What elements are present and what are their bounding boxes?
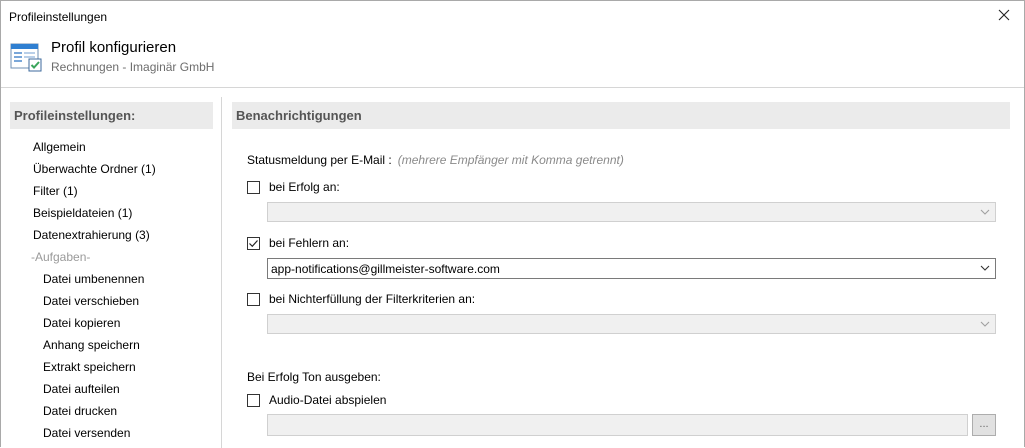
filter-fail-email-combo[interactable]	[267, 314, 996, 334]
sidebar-item-filter[interactable]: Filter (1)	[10, 180, 213, 202]
error-checkbox-label: bei Fehlern an:	[269, 236, 350, 250]
error-email-combo[interactable]: app-notifications@gillmeister-software.c…	[267, 258, 996, 279]
chevron-down-icon	[980, 265, 990, 271]
success-email-field	[269, 204, 977, 220]
audio-checkbox-row[interactable]: Audio-Datei abspielen	[247, 392, 386, 408]
profile-settings-icon	[10, 41, 42, 73]
section-title: Benachrichtigungen	[232, 102, 1010, 129]
success-checkbox-label: bei Erfolg an:	[269, 180, 340, 194]
success-checkbox[interactable]	[247, 180, 260, 194]
filter-fail-checkbox-row[interactable]: bei Nichterfüllung der Filterkriterien a…	[247, 291, 475, 307]
sidebar-item-general[interactable]: Allgemein	[10, 136, 213, 158]
chevron-down-icon	[980, 209, 990, 215]
sidebar-item-data-extraction[interactable]: Datenextrahierung (3)	[10, 224, 213, 246]
close-icon	[998, 9, 1010, 21]
error-email-value: app-notifications@gillmeister-software.c…	[271, 262, 500, 276]
close-button[interactable]	[994, 5, 1014, 25]
error-checkbox[interactable]	[247, 236, 260, 250]
sidebar-item-copy-file[interactable]: Datei kopieren	[10, 312, 213, 334]
success-email-combo[interactable]	[267, 202, 996, 222]
filter-fail-checkbox-label: bei Nichterfüllung der Filterkriterien a…	[269, 292, 476, 306]
settings-sidebar: Profileinstellungen: Allgemein Überwacht…	[10, 102, 213, 448]
sidebar-item-sample-files[interactable]: Beispieldateien (1)	[10, 202, 213, 224]
success-checkbox-row[interactable]: bei Erfolg an:	[247, 179, 340, 195]
sound-label: Bei Erfolg Ton ausgeben:	[247, 370, 381, 384]
audio-checkbox[interactable]	[247, 393, 260, 407]
sidebar-item-save-extract[interactable]: Extrakt speichern	[10, 356, 213, 378]
window-title: Profileinstellungen	[9, 10, 108, 24]
sidebar-item-save-attachment[interactable]: Anhang speichern	[10, 334, 213, 356]
audio-file-input[interactable]	[267, 414, 968, 436]
filter-fail-checkbox[interactable]	[247, 292, 260, 306]
status-email-hint: (mehrere Empfänger mit Komma getrennt)	[397, 153, 624, 167]
profile-settings-window: Profileinstellungen Profil konfigurieren…	[0, 0, 1025, 448]
sidebar-item-rename-file[interactable]: Datei umbenennen	[10, 268, 213, 290]
audio-browse-button[interactable]: ...	[972, 414, 996, 436]
header-divider	[1, 87, 1024, 88]
filter-fail-email-field	[269, 316, 977, 332]
sidebar-item-split-file[interactable]: Datei aufteilen	[10, 378, 213, 400]
sidebar-title: Profileinstellungen:	[10, 102, 213, 129]
notifications-panel: Benachrichtigungen Statusmeldung per E-M…	[232, 102, 1010, 448]
sidebar-item-move-file[interactable]: Datei verschieben	[10, 290, 213, 312]
checkmark-icon	[249, 239, 258, 247]
status-email-label: Statusmeldung per E-Mail :	[247, 153, 392, 167]
sidebar-divider	[221, 97, 222, 448]
dialog-header: Profil konfigurieren Rechnungen - Imagin…	[1, 31, 1024, 83]
sidebar-item-print-file[interactable]: Datei drucken	[10, 400, 213, 422]
settings-nav: Allgemein Überwachte Ordner (1) Filter (…	[10, 136, 213, 444]
audio-checkbox-label: Audio-Datei abspielen	[269, 393, 387, 407]
status-email-row: Statusmeldung per E-Mail : (mehrere Empfä…	[247, 153, 624, 167]
sidebar-item-watched-folders[interactable]: Überwachte Ordner (1)	[10, 158, 213, 180]
profile-name: Rechnungen - Imaginär GmbH	[51, 60, 215, 74]
dialog-title: Profil konfigurieren	[51, 39, 177, 56]
title-bar: Profileinstellungen	[1, 1, 1024, 31]
sidebar-item-send-file[interactable]: Datei versenden	[10, 422, 213, 444]
error-checkbox-row[interactable]: bei Fehlern an:	[247, 235, 349, 251]
sidebar-group-tasks: -Aufgaben-	[31, 250, 91, 264]
chevron-down-icon	[980, 321, 990, 327]
